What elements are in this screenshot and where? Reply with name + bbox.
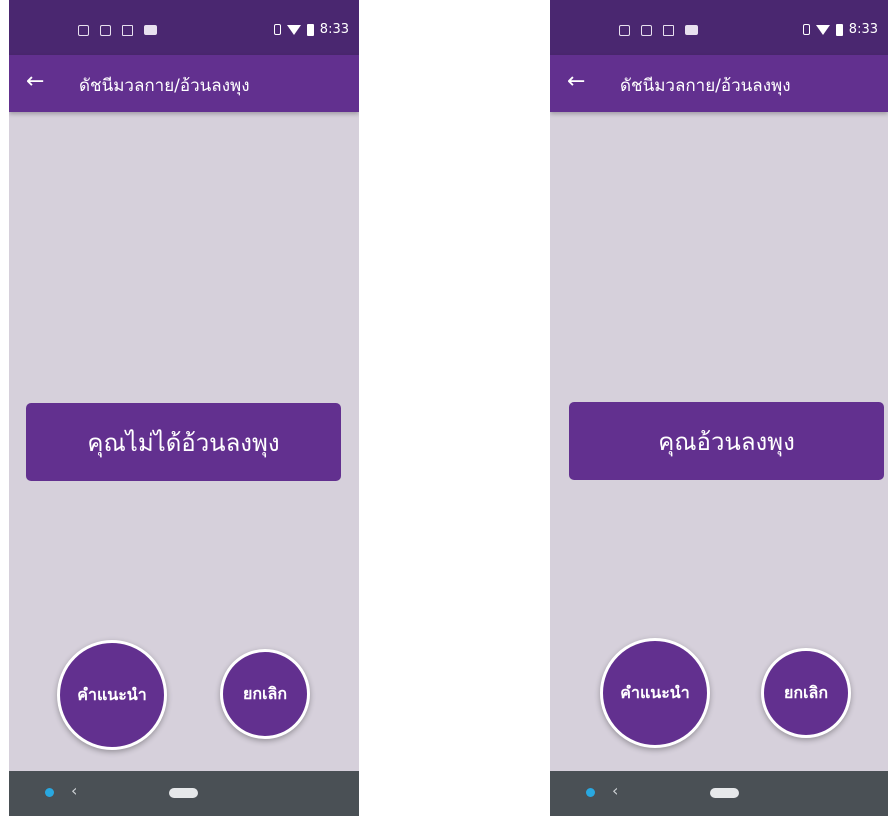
phone-screen-right: 8:33 ← ดัชนีมวลกาย/อ้วนลงพุง คุณอ้วนลงพุ… [550,0,888,816]
sheet-notification-icon [100,25,111,36]
app-bar: ← ดัชนีมวลกาย/อ้วนลงพุง [550,55,888,112]
notification-icons [619,25,698,36]
app-bar: ← ดัชนีมวลกาย/อ้วนลงพุง [9,55,359,112]
nav-back-icon[interactable]: ‹ [612,781,618,801]
cancel-button[interactable]: ยกเลิก [761,648,851,738]
assistant-dot-icon [586,788,595,797]
advice-button[interactable]: คำแนะนำ [57,640,167,750]
system-nav-bar: ‹ [550,771,888,816]
status-bar: 8:33 [550,0,888,55]
phone-notification-icon [619,25,630,36]
back-arrow-icon[interactable]: ← [26,70,44,94]
caption-icon [144,25,157,35]
battery-icon [306,23,314,36]
system-nav-bar: ‹ [9,771,359,816]
page-title: ดัชนีมวลกาย/อ้วนลงพุง [620,76,791,96]
page-title: ดัชนีมวลกาย/อ้วนลงพุง [79,76,250,96]
vibrate-icon [802,24,810,35]
mail-icon [122,25,133,36]
phone-screen-left: 8:33 ← ดัชนีมวลกาย/อ้วนลงพุง คุณไม่ได้อ้… [9,0,359,816]
result-banner: คุณไม่ได้อ้วนลงพุง [26,403,341,481]
notification-icons [78,25,157,36]
home-pill-button[interactable] [169,788,198,798]
cancel-button[interactable]: ยกเลิก [220,649,310,739]
clock: 8:33 [848,22,878,37]
status-bar: 8:33 [9,0,359,55]
home-pill-button[interactable] [710,788,739,798]
assistant-dot-icon [45,788,54,797]
result-banner: คุณอ้วนลงพุง [569,402,884,480]
nav-back-icon[interactable]: ‹ [71,781,77,801]
caption-icon [685,25,698,35]
advice-button[interactable]: คำแนะนำ [600,638,710,748]
system-icons: 8:33 [273,22,349,37]
battery-icon [835,23,843,36]
sheet-notification-icon [641,25,652,36]
back-arrow-icon[interactable]: ← [567,70,585,94]
wifi-icon [286,24,301,35]
system-icons: 8:33 [802,22,878,37]
mail-icon [663,25,674,36]
vibrate-icon [273,24,281,35]
phone-notification-icon [78,25,89,36]
wifi-icon [815,24,830,35]
clock: 8:33 [319,22,349,37]
